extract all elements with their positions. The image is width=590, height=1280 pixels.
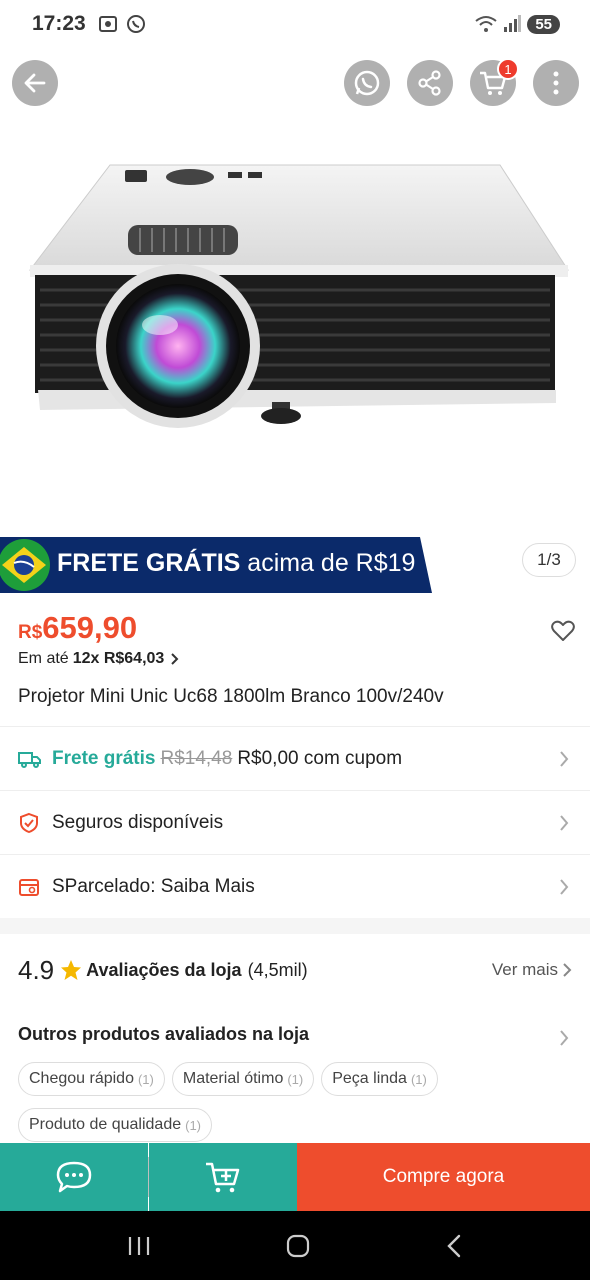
review-tag[interactable]: Peça linda (1)	[321, 1062, 438, 1096]
more-vertical-icon	[553, 71, 559, 95]
store-rating-count: (4,5mil)	[247, 959, 308, 980]
store-rating: 4.9 Avaliações da loja (4,5mil) Ver mais	[18, 948, 572, 992]
chat-icon	[56, 1161, 92, 1193]
installment-prefix: Em até	[18, 650, 69, 667]
review-tag-label: Material ótimo	[182, 1070, 284, 1087]
bottom-action-bar: Compre agora	[0, 1143, 590, 1211]
store-rating-label: Avaliações da loja	[86, 959, 242, 980]
signal-icon	[504, 15, 522, 32]
calendar-payment-icon	[19, 878, 39, 896]
buy-now-button[interactable]: Compre agora	[297, 1143, 590, 1211]
review-tag-count: (1)	[137, 1071, 154, 1087]
section-divider	[0, 918, 590, 934]
cart-button[interactable]: 1	[470, 58, 519, 106]
product-title: Projetor Mini Unic Uc68 1800lm Branco 10…	[18, 686, 444, 707]
product-price: R$659,90	[18, 610, 137, 646]
whatsapp-share-button[interactable]	[344, 60, 390, 106]
heart-icon	[551, 620, 575, 641]
star-icon	[61, 960, 82, 980]
shipping-new-price: R$0,00 com cupom	[237, 747, 403, 769]
projector-image	[28, 164, 569, 428]
store-rating-score: 4.9	[18, 954, 55, 985]
banner-text: FRETE GRÁTIS acima de R$19	[57, 549, 415, 578]
truck-icon	[18, 751, 41, 768]
review-tag-label: Chegou rápido	[29, 1070, 134, 1087]
screenshot-icon	[98, 16, 117, 32]
wifi-icon	[475, 16, 497, 32]
chevron-right-icon	[560, 815, 569, 831]
review-tag-count: (1)	[185, 1117, 202, 1133]
chevron-right-icon[interactable]	[558, 1028, 570, 1048]
battery-indicator: 55	[527, 14, 560, 34]
review-tag-count: (1)	[410, 1071, 427, 1087]
shipping-old-price: R$14,48	[160, 747, 233, 769]
chevron-right-icon	[560, 751, 569, 767]
top-nav: 1	[12, 58, 580, 108]
share-button[interactable]	[407, 60, 453, 106]
price-currency: R$	[18, 622, 43, 643]
sparcelado-label: SParcelado: Saiba Mais	[52, 875, 255, 897]
installment-value: 12x R$64,03	[72, 650, 165, 667]
free-shipping-label: Frete grátis	[52, 747, 156, 769]
whatsapp-status-icon	[126, 15, 145, 33]
insurance-label: Seguros disponíveis	[52, 811, 224, 833]
price-amount: 659,90	[42, 610, 138, 645]
add-to-cart-button[interactable]	[149, 1143, 297, 1211]
product-image[interactable]	[0, 120, 590, 530]
review-tag-count: (1)	[287, 1071, 304, 1087]
chevron-right-icon	[560, 879, 569, 895]
chevron-right-icon	[563, 963, 572, 977]
installment-info[interactable]: Em até 12x R$64,03	[18, 650, 180, 668]
free-shipping-banner: FRETE GRÁTIS acima de R$19	[0, 537, 432, 593]
banner-main-text: FRETE GRÁTIS	[57, 549, 241, 577]
share-icon	[418, 70, 441, 96]
banner-sub-text: acima de R$19	[247, 549, 416, 577]
review-tags: Chegou rápido (1) Material ótimo (1) Peça …	[18, 1062, 578, 1142]
android-nav-bar	[0, 1211, 590, 1280]
review-tag[interactable]: Chegou rápido (1)	[18, 1062, 165, 1096]
other-products-title[interactable]: Outros produtos avaliados na loja	[18, 1024, 309, 1045]
image-page-counter: 1/3	[522, 543, 576, 577]
add-to-cart-icon	[206, 1162, 240, 1193]
whatsapp-icon	[354, 70, 380, 96]
more-options-button[interactable]	[533, 60, 579, 106]
cart-count-badge: 1	[497, 58, 519, 80]
back-button[interactable]	[12, 60, 58, 106]
chat-button[interactable]	[0, 1143, 148, 1211]
sparcelado-row[interactable]: SParcelado: Saiba Mais	[0, 854, 590, 918]
see-more-link[interactable]: Ver mais	[492, 960, 572, 980]
review-tag[interactable]: Material ótimo (1)	[171, 1062, 315, 1096]
brazil-flag-icon	[0, 539, 50, 591]
insurance-row[interactable]: Seguros disponíveis	[0, 790, 590, 854]
see-more-label: Ver mais	[491, 960, 558, 979]
status-bar: 17:23 55	[0, 0, 590, 48]
review-tag-label: Produto de qualidade	[29, 1116, 182, 1133]
review-tag[interactable]: Produto de qualidade (1)	[18, 1108, 213, 1142]
review-tag-label: Peça linda	[332, 1070, 407, 1087]
shield-icon	[20, 812, 38, 833]
back-nav-icon[interactable]	[444, 1233, 464, 1259]
chevron-right-icon	[171, 653, 179, 665]
shipping-row[interactable]: Frete grátis R$14,48 R$0,00 com cupom	[0, 726, 590, 790]
favorite-button[interactable]	[551, 620, 575, 647]
home-icon[interactable]	[285, 1233, 311, 1259]
recent-apps-icon[interactable]	[126, 1235, 152, 1257]
arrow-left-icon	[24, 73, 46, 93]
status-time: 17:23	[32, 12, 86, 35]
